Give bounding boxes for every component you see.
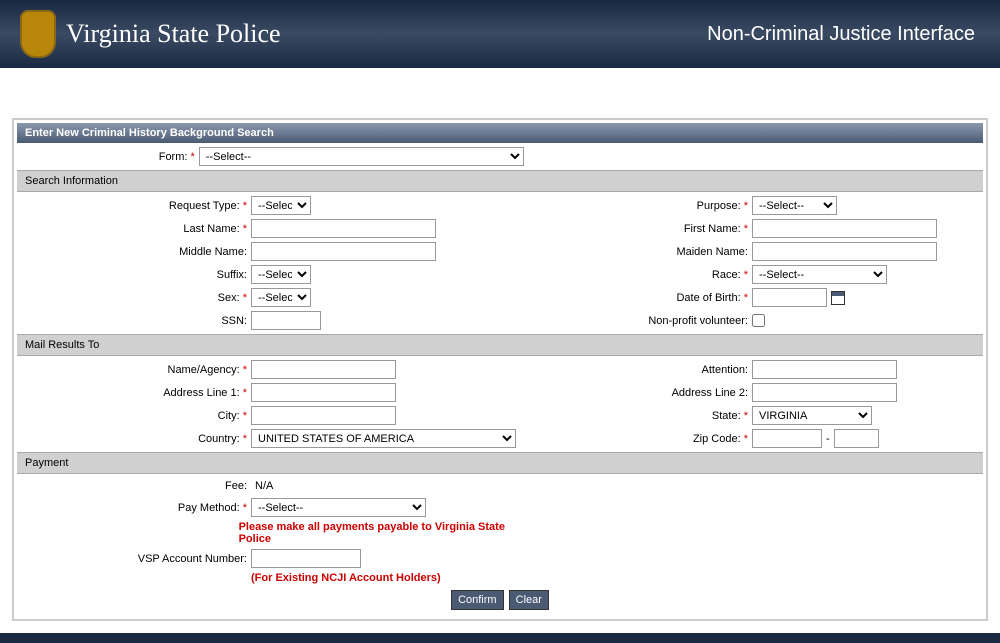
request-type-label: Request Type: * bbox=[19, 200, 251, 212]
clear-button[interactable]: Clear bbox=[509, 590, 549, 610]
country-select[interactable]: UNITED STATES OF AMERICA bbox=[251, 429, 516, 448]
race-select[interactable]: --Select-- bbox=[752, 265, 887, 284]
purpose-select[interactable]: --Select-- bbox=[752, 196, 837, 215]
zip-input-2[interactable] bbox=[834, 429, 879, 448]
city-input[interactable] bbox=[251, 406, 396, 425]
address1-label: Address Line 1: * bbox=[19, 387, 251, 399]
confirm-button[interactable]: Confirm bbox=[451, 590, 504, 610]
pay-method-label: Pay Method: * bbox=[19, 502, 251, 514]
request-type-select[interactable]: --Select-- bbox=[251, 196, 311, 215]
address1-input[interactable] bbox=[251, 383, 396, 402]
main-form-container: Enter New Criminal History Background Se… bbox=[12, 118, 988, 621]
state-select[interactable]: VIRGINIA bbox=[752, 406, 872, 425]
section-mail-results: Mail Results To bbox=[17, 334, 983, 356]
pay-method-select[interactable]: --Select-- bbox=[251, 498, 426, 517]
calendar-icon[interactable] bbox=[831, 291, 845, 305]
sex-select[interactable]: --Select-- bbox=[251, 288, 311, 307]
name-agency-input[interactable] bbox=[251, 360, 396, 379]
address2-label: Address Line 2: bbox=[524, 387, 752, 399]
form-title: Enter New Criminal History Background Se… bbox=[17, 123, 983, 143]
attention-label: Attention: bbox=[524, 364, 752, 376]
middle-name-label: Middle Name: bbox=[19, 246, 251, 258]
last-name-label: Last Name: * bbox=[19, 223, 251, 235]
fee-value: N/A bbox=[251, 478, 277, 494]
name-agency-label: Name/Agency: * bbox=[19, 364, 251, 376]
footer-bar bbox=[0, 633, 1000, 643]
dob-input[interactable] bbox=[752, 288, 827, 307]
non-profit-checkbox[interactable] bbox=[752, 314, 765, 327]
zip-input-1[interactable] bbox=[752, 429, 822, 448]
vsp-account-note: (For Existing NCJI Account Holders) bbox=[251, 572, 441, 584]
vsp-account-label: VSP Account Number: bbox=[19, 553, 251, 565]
race-label: Race: * bbox=[524, 269, 752, 281]
ssn-label: SSN: bbox=[19, 315, 251, 327]
purpose-label: Purpose: * bbox=[524, 200, 752, 212]
section-payment: Payment bbox=[17, 452, 983, 474]
button-row: Confirm Clear bbox=[19, 586, 981, 614]
attention-input[interactable] bbox=[752, 360, 897, 379]
maiden-name-label: Maiden Name: bbox=[524, 246, 752, 258]
form-label: Form: * bbox=[19, 151, 199, 163]
vsp-account-input[interactable] bbox=[251, 549, 361, 568]
first-name-input[interactable] bbox=[752, 219, 937, 238]
dob-label: Date of Birth: * bbox=[524, 292, 752, 304]
country-label: Country: * bbox=[19, 433, 251, 445]
form-select[interactable]: --Select-- bbox=[199, 147, 524, 166]
interface-title: Non-Criminal Justice Interface bbox=[707, 23, 975, 46]
ssn-input[interactable] bbox=[251, 311, 321, 330]
last-name-input[interactable] bbox=[251, 219, 436, 238]
site-title: Virginia State Police bbox=[66, 19, 281, 49]
suffix-select[interactable]: --Select-- bbox=[251, 265, 311, 284]
address2-input[interactable] bbox=[752, 383, 897, 402]
first-name-label: First Name: * bbox=[524, 223, 752, 235]
vsp-badge-icon bbox=[20, 10, 56, 58]
zip-label: Zip Code: * bbox=[524, 433, 752, 445]
suffix-label: Suffix: bbox=[19, 269, 251, 281]
middle-name-input[interactable] bbox=[251, 242, 436, 261]
zip-separator: - bbox=[822, 433, 834, 445]
non-profit-label: Non-profit volunteer: bbox=[524, 315, 752, 327]
maiden-name-input[interactable] bbox=[752, 242, 937, 261]
state-label: State: * bbox=[524, 410, 752, 422]
page-header: Virginia State Police Non-Criminal Justi… bbox=[0, 0, 1000, 68]
city-label: City: * bbox=[19, 410, 251, 422]
sex-label: Sex: * bbox=[19, 292, 251, 304]
section-search-info: Search Information bbox=[17, 170, 983, 192]
payment-note: Please make all payments payable to Virg… bbox=[239, 521, 524, 545]
fee-label: Fee: bbox=[19, 480, 251, 492]
